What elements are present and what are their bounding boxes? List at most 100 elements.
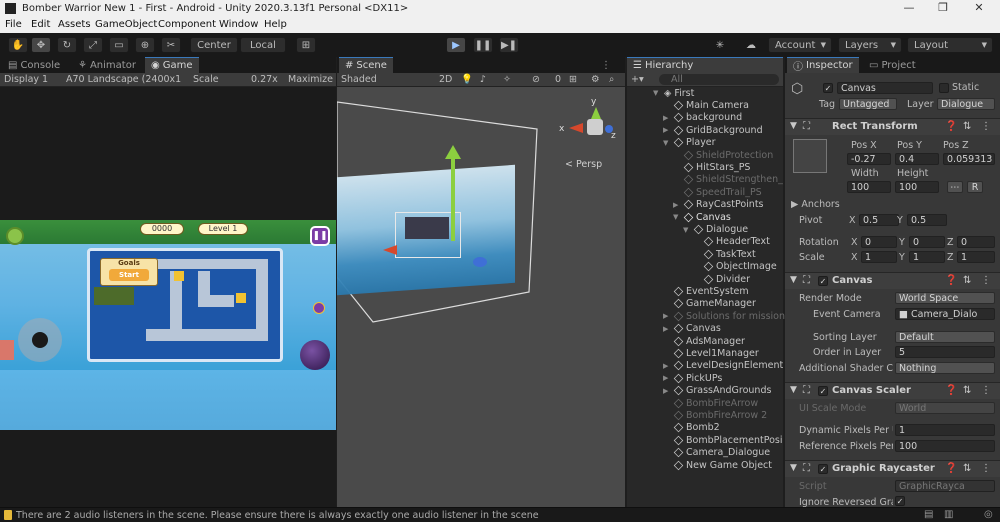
help-icon[interactable]: ❓: [945, 121, 957, 132]
collab-icon[interactable]: ✳: [710, 37, 730, 53]
network-icon[interactable]: ▥: [944, 509, 953, 520]
scene-viewport[interactable]: y z x < Persp: [337, 87, 625, 507]
scale-z-field[interactable]: 1: [957, 251, 995, 263]
menu-component[interactable]: Component: [158, 19, 216, 30]
hierarchy-item[interactable]: New Game Object: [663, 459, 772, 471]
draw-mode-select[interactable]: Shaded: [341, 74, 377, 85]
scene-root[interactable]: ▼ ◈ First: [653, 87, 694, 99]
help-icon[interactable]: ❓: [945, 385, 957, 396]
expand-arrow-icon[interactable]: ▶: [663, 114, 671, 122]
hierarchy-item[interactable]: BombFireArrow: [663, 397, 758, 409]
expand-arrow-icon[interactable]: ▼: [673, 213, 681, 221]
hierarchy-item[interactable]: ▶ LevelDesignElement: [663, 360, 783, 372]
hierarchy-item[interactable]: GameManager: [663, 298, 756, 310]
canvas-scaler-enabled-checkbox[interactable]: ✓: [818, 386, 828, 396]
tab-animator[interactable]: ⚘ Animator: [72, 57, 142, 73]
gizmo-y-axis-arrow[interactable]: [451, 155, 455, 241]
audio-toggle-icon[interactable]: ♪: [480, 74, 486, 85]
step-button[interactable]: ▶❚: [499, 37, 519, 53]
bomb-button-icon[interactable]: [300, 340, 330, 370]
expand-arrow-icon[interactable]: ▶: [663, 126, 671, 134]
ignore-reversed-checkbox[interactable]: ✓: [895, 496, 905, 506]
game-viewport[interactable]: 0000 Level 1 ❚❚ Goals Start: [0, 220, 336, 430]
graphic-raycaster-header[interactable]: ▼ ⛶ ✓ Graphic Raycaster ❓ ⇅ ⋮: [785, 460, 1000, 477]
canvas-component-header[interactable]: ▼ ⛶ ✓ Canvas ❓ ⇅ ⋮: [785, 272, 1000, 289]
order-in-layer-field[interactable]: 5: [895, 346, 995, 358]
scale-value[interactable]: 0.27x: [251, 74, 278, 85]
anchor-presets-button[interactable]: [793, 139, 827, 173]
hierarchy-item[interactable]: HitStars_PS: [673, 161, 750, 173]
progress-icon[interactable]: ▤: [924, 509, 933, 520]
pivot-x-field[interactable]: 0.5: [859, 214, 899, 226]
hierarchy-item[interactable]: ▼ Canvas: [673, 211, 731, 223]
hierarchy-item[interactable]: ▶ Solutions for mission: [663, 310, 785, 322]
tab-game[interactable]: ◉ Game: [145, 57, 199, 73]
reference-ppu-field[interactable]: 100: [895, 440, 995, 452]
hierarchy-item[interactable]: Camera_Dialogue: [663, 447, 770, 459]
start-button[interactable]: Start: [109, 269, 149, 281]
canvas-scaler-header[interactable]: ▼ ⛶ ✓ Canvas Scaler ❓ ⇅ ⋮: [785, 382, 1000, 399]
hierarchy-item[interactable]: ShieldProtection: [673, 149, 773, 161]
effects-toggle-icon[interactable]: ✧: [503, 74, 511, 85]
static-checkbox[interactable]: [939, 83, 949, 93]
tab-inspector[interactable]: ⓘ Inspector: [787, 57, 859, 73]
pos-x-field[interactable]: -0.27: [847, 153, 891, 165]
move-tool-icon[interactable]: ✥: [31, 37, 51, 53]
hierarchy-item[interactable]: ▼ Dialogue: [683, 223, 748, 235]
hierarchy-item[interactable]: BombPlacementPosi: [663, 434, 783, 446]
maximize-on-play-toggle[interactable]: Maximize: [288, 74, 333, 85]
account-dropdown[interactable]: Account ▼: [768, 37, 832, 53]
scale-x-field[interactable]: 1: [861, 251, 897, 263]
component-menu-icon[interactable]: ⋮: [981, 275, 991, 286]
canvas-enabled-checkbox[interactable]: ✓: [818, 276, 828, 286]
custom-tool-icon[interactable]: ✂: [161, 37, 181, 53]
component-menu-icon[interactable]: ⋮: [981, 121, 991, 132]
expand-arrow-icon[interactable]: ▶: [663, 325, 671, 333]
sorting-layer-dropdown[interactable]: Default: [895, 331, 995, 343]
hierarchy-item[interactable]: TaskText: [693, 248, 756, 260]
layers-dropdown[interactable]: Layers ▼: [838, 37, 902, 53]
gizmo-y-arrowhead[interactable]: [445, 145, 461, 159]
hierarchy-item[interactable]: EventSystem: [663, 285, 749, 297]
dynamic-ppu-field[interactable]: 1: [895, 424, 995, 436]
status-message[interactable]: There are 2 audio listeners in the scene…: [16, 510, 539, 521]
gizmo-z-arrowhead[interactable]: [473, 257, 487, 267]
scene-panel-menu-icon[interactable]: ⋮: [595, 57, 617, 73]
hidden-objects-icon[interactable]: ⊘: [532, 74, 540, 85]
gizmo-x-cone[interactable]: [569, 123, 583, 133]
hierarchy-item[interactable]: ▶ background: [663, 112, 742, 124]
expand-arrow-icon[interactable]: ▶: [663, 312, 671, 320]
display-select[interactable]: Display 1: [4, 74, 48, 85]
gizmo-center-cube[interactable]: [587, 119, 603, 135]
presets-icon[interactable]: ⇅: [963, 385, 971, 396]
expand-arrow-icon[interactable]: ▶: [663, 387, 671, 395]
expand-arrow-icon[interactable]: ▼: [663, 139, 671, 147]
rot-z-field[interactable]: 0: [957, 236, 995, 248]
hierarchy-item[interactable]: Divider: [693, 273, 750, 285]
menu-assets[interactable]: Assets: [58, 19, 91, 30]
menu-gameobject[interactable]: GameObject: [95, 19, 157, 30]
pos-y-field[interactable]: 0.4: [895, 153, 939, 165]
tab-console[interactable]: ▤ Console: [2, 57, 66, 73]
hierarchy-search-input[interactable]: All: [659, 74, 779, 85]
component-menu-icon[interactable]: ⋮: [981, 385, 991, 396]
scale-y-field[interactable]: 1: [909, 251, 945, 263]
rect-tool-icon[interactable]: ▭: [109, 37, 129, 53]
pivot-y-field[interactable]: 0.5: [907, 214, 947, 226]
hierarchy-item[interactable]: HeaderText: [693, 236, 770, 248]
help-icon[interactable]: ❓: [945, 275, 957, 286]
hierarchy-item[interactable]: ObjectImage: [693, 261, 777, 273]
pause-button[interactable]: ❚❚: [473, 37, 493, 53]
hierarchy-item[interactable]: ▶ Canvas: [663, 323, 721, 335]
expand-arrow-icon[interactable]: ▶: [663, 374, 671, 382]
tab-project[interactable]: ▭ Project: [863, 57, 922, 73]
minimize-button[interactable]: —: [894, 1, 924, 17]
gizmo-y-cone[interactable]: [591, 107, 601, 119]
maximize-button[interactable]: ❐: [928, 1, 958, 17]
hierarchy-item[interactable]: Main Camera: [663, 99, 749, 111]
menu-window[interactable]: Window: [219, 19, 258, 30]
hierarchy-item[interactable]: SpeedTrail_PS: [673, 186, 762, 198]
projection-toggle[interactable]: < Persp: [565, 159, 602, 170]
create-add-icon[interactable]: +▾: [631, 74, 644, 85]
scene-camera-icon[interactable]: ⊞: [569, 74, 577, 85]
